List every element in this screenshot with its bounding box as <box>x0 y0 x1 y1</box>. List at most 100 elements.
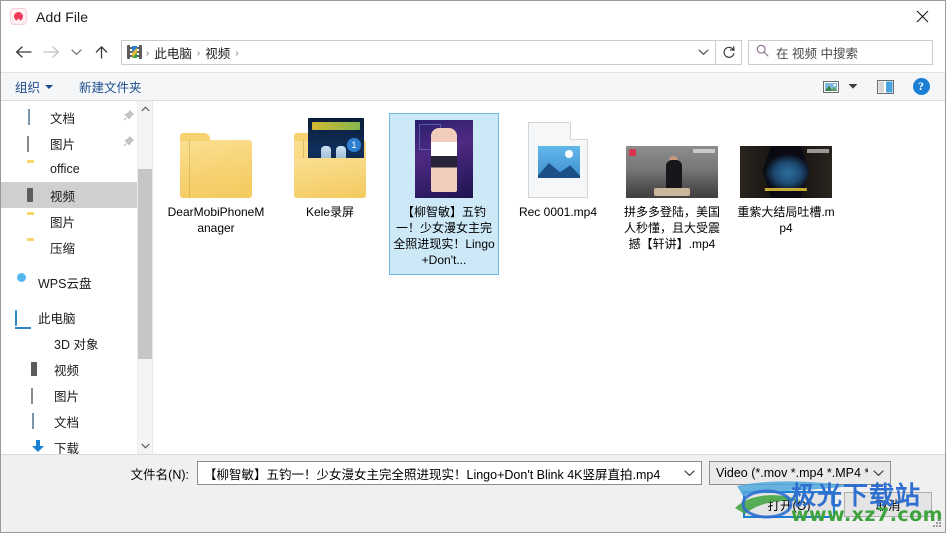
this-pc-icon <box>15 309 31 326</box>
file-item-selected[interactable]: 【柳智敏】五钓一！少女漫女主完全照进现实！Lingo+Don't... <box>389 113 499 275</box>
sidebar-item-videos[interactable]: 视频 <box>1 356 152 382</box>
sidebar-item-label: 图片 <box>50 215 76 230</box>
sidebar-item-downloads[interactable]: 下载 <box>1 434 152 455</box>
video-thumbnail <box>624 118 720 198</box>
back-arrow-icon[interactable] <box>9 39 37 65</box>
close-window-button[interactable] <box>899 1 945 32</box>
scroll-down-icon[interactable] <box>138 438 152 454</box>
refresh-icon[interactable] <box>716 39 742 65</box>
file-item[interactable]: 1 Kele录屏 <box>275 113 385 275</box>
sidebar-item-pictures[interactable]: 图片 <box>1 382 152 408</box>
pin-icon[interactable] <box>123 135 135 150</box>
new-folder-button[interactable]: 新建文件夹 <box>79 77 142 96</box>
filename-dropdown-chevron-down-icon[interactable] <box>679 462 699 484</box>
document-icon <box>31 413 47 429</box>
video-folder-icon <box>127 44 143 60</box>
help-icon[interactable]: ? <box>907 75 935 99</box>
image-document-thumbnail <box>510 118 606 198</box>
resize-grip[interactable] <box>932 519 942 529</box>
file-item[interactable]: 拼多多登陆，美国人秒懂，且大受震撼【轩讲】.mp4 <box>617 113 727 275</box>
file-name-label: Rec 0001.mp4 <box>518 205 598 219</box>
sidebar-item-label: 图片 <box>50 137 76 152</box>
sidebar-scrollbar[interactable] <box>137 101 152 454</box>
file-name-label: 拼多多登陆，美国人秒懂，且大受震撼【轩讲】.mp4 <box>623 205 720 251</box>
sidebar-item-label: 文档 <box>54 415 80 430</box>
sidebar-item-pictures-quick[interactable]: 图片 <box>1 130 152 156</box>
breadcrumb-separator: › <box>146 47 150 59</box>
help-glyph: ? <box>912 78 930 95</box>
sidebar-item-label: 图片 <box>54 389 80 404</box>
sidebar-item-this-pc[interactable]: 此电脑 <box>1 304 152 330</box>
address-bar[interactable]: › 此电脑 › 视频 › <box>121 39 716 65</box>
sidebar-item-label: 此电脑 <box>38 311 76 326</box>
cloud-icon <box>15 274 31 290</box>
cancel-button[interactable]: 取消 <box>844 492 932 517</box>
filetype-dropdown-chevron-down-icon[interactable] <box>868 462 888 484</box>
document-icon <box>27 109 43 125</box>
3d-objects-icon <box>31 335 47 351</box>
video-preview-image <box>740 146 832 198</box>
filetype-select[interactable]: Video (*.mov *.mp4 *.MP4 *. <box>709 461 891 485</box>
new-folder-label: 新建文件夹 <box>79 81 142 95</box>
view-options-chevron-down-icon[interactable] <box>845 75 861 99</box>
download-icon <box>31 439 47 454</box>
file-name-label: Kele录屏 <box>305 205 355 219</box>
chevron-down-icon <box>45 84 54 89</box>
app-logo-icon <box>10 8 27 25</box>
sidebar-item-documents-quick[interactable]: 文档 <box>1 104 152 130</box>
title-bar: Add File <box>1 1 945 32</box>
folder-icon <box>27 213 43 229</box>
sidebar-item-label: WPS云盘 <box>38 276 92 291</box>
filename-label: 文件名(N): <box>130 467 189 482</box>
preview-pane-icon[interactable] <box>871 75 899 99</box>
sidebar-item-label: 压缩 <box>50 241 76 256</box>
picture-icon <box>27 135 43 152</box>
window-title: Add File <box>36 8 89 25</box>
dialog-footer: 文件名(N): 【柳智敏】五钓一！少女漫女主完全照进现实！Lingo+Don't… <box>1 454 945 532</box>
sidebar-item-label: 视频 <box>50 189 76 204</box>
file-item[interactable]: 重紫大结局吐槽.mp4 <box>731 113 841 275</box>
sidebar-item-wps-cloud[interactable]: WPS云盘 <box>1 269 152 295</box>
sidebar-item-label: 视频 <box>54 363 80 378</box>
file-grid: DearMobiPhoneManager 1 Kele录屏 【柳智敏】五钓一！少… <box>159 113 945 275</box>
folder-icon <box>27 161 43 177</box>
forward-arrow-icon[interactable] <box>37 39 65 65</box>
navigation-sidebar: 文档 图片 office 视频 图片 压缩 WPS云盘 此电脑 3D 对象 视频… <box>1 101 153 454</box>
file-list-pane[interactable]: DearMobiPhoneManager 1 Kele录屏 【柳智敏】五钓一！少… <box>153 101 945 454</box>
sidebar-item-video-selected[interactable]: 视频 <box>1 182 152 208</box>
file-name-label: 【柳智敏】五钓一！少女漫女主完全照进现实！Lingo+Don't... <box>393 205 495 267</box>
file-item[interactable]: DearMobiPhoneManager <box>161 113 271 275</box>
organize-button[interactable]: 组织 <box>15 77 54 96</box>
breadcrumb-item-video[interactable]: 视频 <box>201 43 234 62</box>
dialog-buttons: 打开(O) 取消 <box>743 491 932 518</box>
sidebar-item-3d-objects[interactable]: 3D 对象 <box>1 330 152 356</box>
filename-value: 【柳智敏】五钓一！少女漫女主完全照进现实！Lingo+Don't Blink 4… <box>204 467 661 482</box>
picture-icon <box>31 387 47 404</box>
address-dropdown-icon[interactable] <box>691 41 715 64</box>
breadcrumb-separator: › <box>196 47 201 59</box>
file-name-label: DearMobiPhoneManager <box>167 205 265 235</box>
filename-input[interactable]: 【柳智敏】五钓一！少女漫女主完全照进现实！Lingo+Don't Blink 4… <box>197 461 702 485</box>
sidebar-item-documents[interactable]: 文档 <box>1 408 152 434</box>
pin-icon[interactable] <box>123 109 135 124</box>
file-item[interactable]: Rec 0001.mp4 <box>503 113 613 275</box>
breadcrumb-item-this-pc[interactable]: 此电脑 <box>150 43 196 62</box>
sidebar-item-office[interactable]: office <box>1 156 152 182</box>
open-button[interactable]: 打开(O) <box>743 491 835 518</box>
image-file-icon <box>528 122 588 198</box>
navigation-bar: › 此电脑 › 视频 › 在 视频 中搜索 <box>1 32 945 72</box>
up-arrow-icon[interactable] <box>87 39 115 65</box>
sidebar-scrollbar-thumb[interactable] <box>138 169 152 359</box>
filename-row: 文件名(N): 【柳智敏】五钓一！少女漫女主完全照进现实！Lingo+Don't… <box>1 461 945 485</box>
film-icon <box>27 187 43 203</box>
sidebar-item-compressed[interactable]: 压缩 <box>1 234 152 260</box>
search-input[interactable]: 在 视频 中搜索 <box>748 39 933 65</box>
recent-locations-chevron-icon[interactable] <box>65 39 87 65</box>
view-layout-icon[interactable] <box>817 75 845 99</box>
scroll-up-icon[interactable] <box>138 101 152 117</box>
sidebar-item-label: office <box>50 162 80 176</box>
sidebar-item-pictures-folder[interactable]: 图片 <box>1 208 152 234</box>
file-dialog-window: Add File › 此电脑 › 视频 › 在 视频 中搜索 组织 新建文件夹 … <box>0 0 946 533</box>
sidebar-item-label: 文档 <box>50 111 76 126</box>
